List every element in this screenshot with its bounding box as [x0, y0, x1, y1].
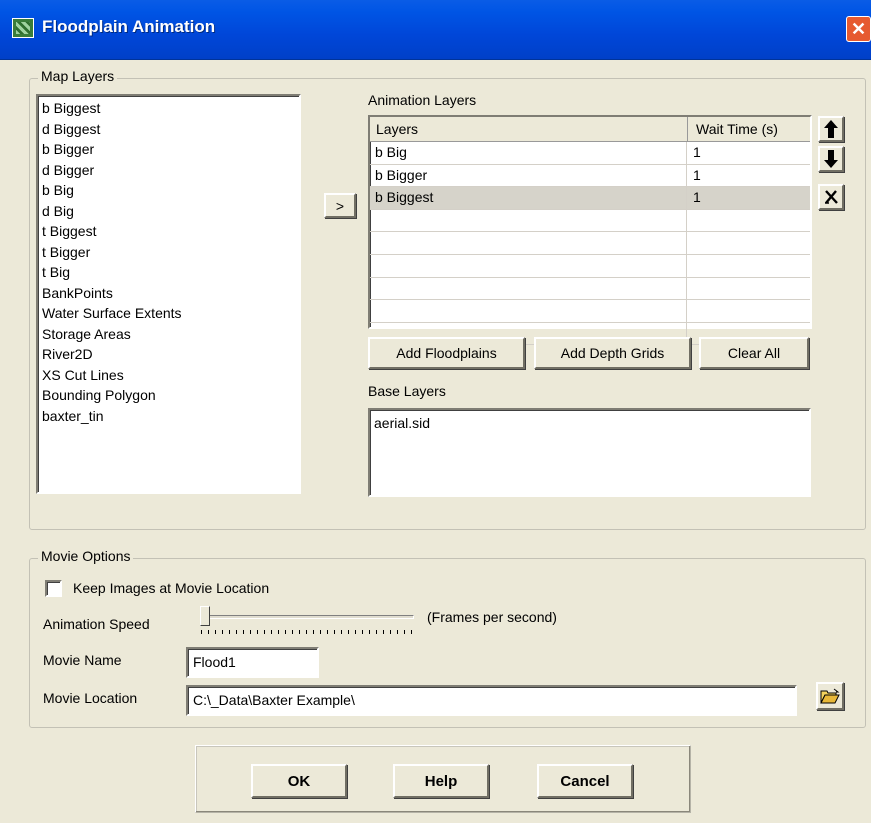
title-bar[interactable]: Floodplain Animation ✕ — [0, 0, 871, 60]
movie-location-input[interactable]: C:\_Data\Baxter Example\ — [186, 685, 797, 716]
table-row[interactable]: b Bigger 1 — [370, 164, 810, 188]
slider-track — [200, 615, 414, 619]
window-title: Floodplain Animation — [42, 17, 216, 36]
table-row[interactable]: b Big 1 — [370, 142, 810, 165]
animation-layers-grid[interactable]: Layers Wait Time (s) b Big 1 b Bigger 1 b Bi… — [368, 115, 812, 346]
map-layers-list[interactable]: b Biggest d Biggest b Bigger d Bigger b Big d… — [36, 94, 301, 494]
list-item[interactable]: aerial.sid — [370, 413, 809, 434]
movie-location-label: Movie Location — [43, 690, 138, 706]
animation-layers-label: Animation Layers — [368, 92, 477, 108]
speed-slider[interactable] — [196, 604, 418, 636]
grid-header: Layers Wait Time (s) — [370, 117, 810, 142]
layer-cell[interactable] — [370, 300, 687, 322]
wait-time-cell[interactable] — [687, 232, 810, 254]
base-layers-list[interactable]: aerial.sid — [368, 408, 811, 497]
layer-cell[interactable]: b Bigger — [370, 164, 687, 187]
layer-cell[interactable]: b Biggest — [370, 187, 687, 209]
list-item[interactable]: d Big — [38, 201, 299, 222]
list-item[interactable]: baxter_tin — [38, 406, 299, 427]
frames-per-second-label: (Frames per second) — [427, 609, 557, 625]
open-folder-icon — [820, 688, 840, 704]
layer-cell[interactable]: b Big — [370, 142, 687, 164]
base-layers-label: Base Layers — [368, 383, 446, 399]
list-item[interactable]: Water Surface Extents — [38, 303, 299, 324]
add-floodplains-button[interactable]: Add Floodplains — [368, 337, 525, 369]
layer-cell[interactable] — [370, 209, 687, 232]
wait-time-cell[interactable]: 1 — [687, 165, 810, 187]
app-icon — [12, 18, 34, 38]
table-row[interactable]: b Biggest 1 — [370, 187, 810, 210]
wait-time-cell[interactable] — [687, 278, 810, 300]
layer-cell[interactable] — [370, 277, 687, 300]
list-item[interactable]: Bounding Polygon — [38, 385, 299, 406]
list-item[interactable]: b Biggest — [38, 98, 299, 119]
list-item[interactable]: BankPoints — [38, 283, 299, 304]
browse-folder-button[interactable] — [816, 682, 844, 710]
table-row[interactable] — [370, 232, 810, 255]
add-to-animation-button[interactable]: > — [324, 193, 356, 218]
close-button[interactable]: ✕ — [846, 16, 871, 42]
table-row[interactable] — [370, 254, 810, 278]
slider-thumb[interactable] — [200, 606, 210, 626]
wait-time-cell[interactable] — [687, 300, 810, 322]
list-item[interactable]: t Big — [38, 262, 299, 283]
list-item[interactable]: b Bigger — [38, 139, 299, 160]
remove-layer-button[interactable] — [818, 184, 844, 210]
animation-speed-label: Animation Speed — [43, 616, 150, 632]
wait-time-cell[interactable]: 1 — [687, 142, 810, 164]
movie-name-label: Movie Name — [43, 652, 122, 668]
list-item[interactable]: d Bigger — [38, 160, 299, 181]
list-item[interactable]: t Bigger — [38, 242, 299, 263]
column-header-layers[interactable]: Layers — [370, 117, 688, 141]
slider-ticks — [201, 630, 413, 634]
movie-options-label: Movie Options — [38, 548, 134, 564]
help-button[interactable]: Help — [393, 764, 489, 798]
remove-x-icon — [825, 190, 838, 204]
keep-images-label[interactable]: Keep Images at Movie Location — [73, 580, 269, 596]
close-icon: ✕ — [850, 19, 867, 39]
wait-time-cell[interactable] — [687, 210, 810, 232]
cancel-button[interactable]: Cancel — [537, 764, 633, 798]
list-item[interactable]: XS Cut Lines — [38, 365, 299, 386]
ok-button[interactable]: OK — [251, 764, 347, 798]
wait-time-cell[interactable]: 1 — [687, 187, 810, 209]
list-item[interactable]: b Big — [38, 180, 299, 201]
down-arrow-icon — [824, 150, 838, 168]
movie-name-input[interactable]: Flood1 — [186, 647, 319, 678]
move-down-button[interactable] — [818, 146, 844, 172]
wait-time-cell[interactable] — [687, 255, 810, 277]
keep-images-checkbox[interactable] — [45, 580, 62, 597]
list-item[interactable]: d Biggest — [38, 119, 299, 140]
list-item[interactable]: River2D — [38, 344, 299, 365]
map-layers-label: Map Layers — [38, 68, 118, 84]
up-arrow-icon — [824, 120, 838, 138]
clear-all-button[interactable]: Clear All — [699, 337, 809, 369]
table-row[interactable] — [370, 300, 810, 323]
list-item[interactable]: Storage Areas — [38, 324, 299, 345]
add-depth-grids-button[interactable]: Add Depth Grids — [534, 337, 691, 369]
table-row[interactable] — [370, 277, 810, 301]
layer-cell[interactable] — [370, 232, 687, 254]
layer-cell[interactable] — [370, 254, 687, 277]
column-header-wait-time[interactable]: Wait Time (s) — [688, 117, 810, 141]
move-up-button[interactable] — [818, 116, 844, 142]
list-item[interactable]: t Biggest — [38, 221, 299, 242]
table-row[interactable] — [370, 209, 810, 233]
